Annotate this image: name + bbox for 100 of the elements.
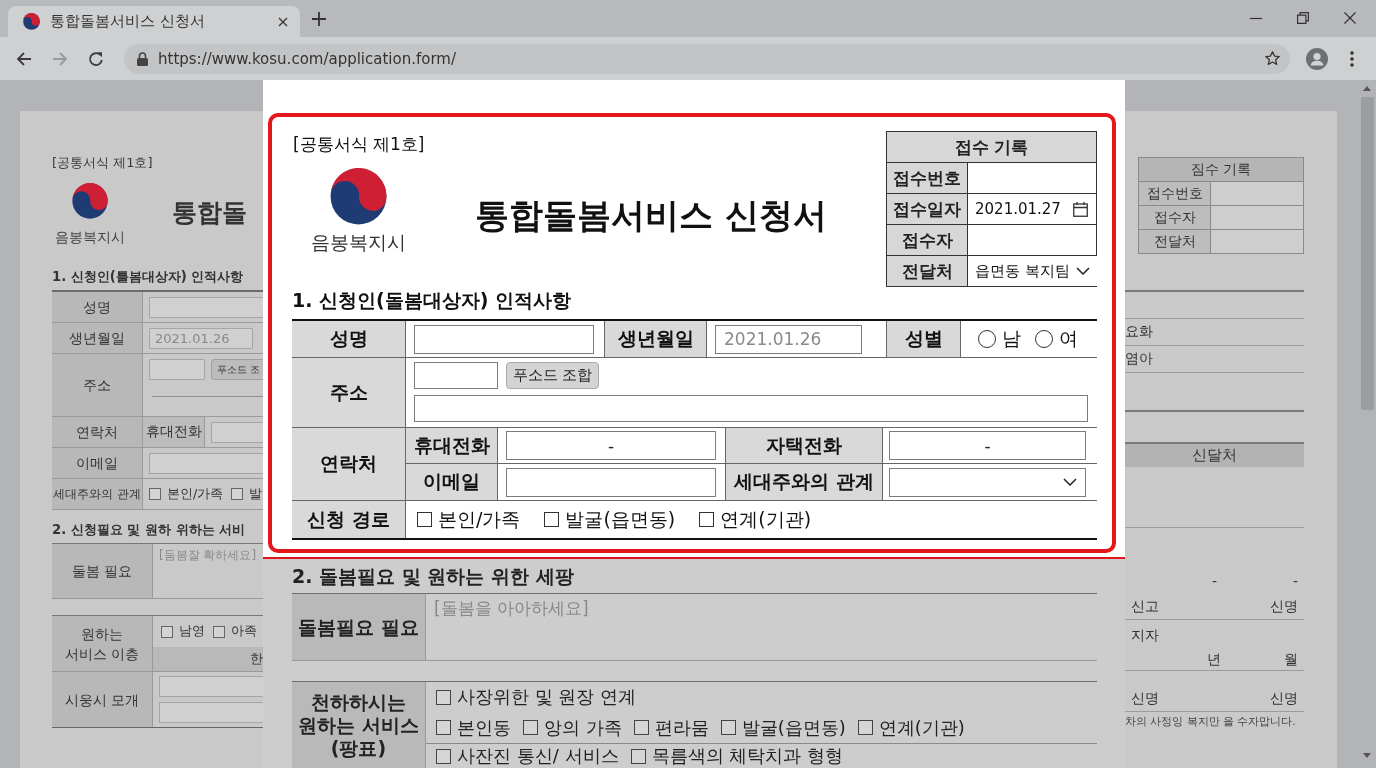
checkbox[interactable] [436, 748, 451, 764]
back-arrow-icon[interactable] [16, 50, 32, 67]
form-text: 지자 [1131, 627, 1159, 645]
radio-label: 남 [1002, 326, 1021, 351]
checkbox[interactable] [149, 488, 161, 500]
radio-label: 여 [1059, 326, 1078, 351]
input-field[interactable]: 2021.01.26 [715, 324, 862, 354]
reload-icon[interactable] [88, 50, 104, 67]
lock-icon [137, 51, 148, 66]
star-icon[interactable] [1264, 50, 1281, 67]
field-label: 이메일 [406, 464, 498, 500]
table-header: 접수 기록 [887, 132, 1096, 163]
form-text: - [1211, 573, 1217, 589]
organization-name: 음봉복지시 [55, 229, 125, 245]
section-title: 2. 신청필요 및 원하 위하는 서비 [52, 521, 246, 539]
emblem-logo [72, 183, 108, 219]
field-label: 원하는 서비스 이층 [52, 616, 153, 671]
field-label: 연락처 [52, 417, 143, 447]
checkbox[interactable] [231, 488, 244, 500]
input-field[interactable] [149, 296, 263, 318]
address-bar[interactable]: https://www.kosu.com/application.form/ [124, 43, 1290, 74]
form-number: [공통서식 제1호] [52, 155, 154, 171]
input-field[interactable] [211, 421, 263, 443]
input-field[interactable] [149, 452, 263, 474]
field-label: 연락처 [292, 428, 406, 500]
radio-button[interactable] [978, 330, 996, 348]
field-label: 성명 [52, 292, 143, 322]
note-text: 차의 사정잉 복지만 을 수자맙니다. [1125, 715, 1296, 729]
checkbox-label: 연계(기관) [720, 506, 812, 532]
profile-icon[interactable] [1306, 47, 1328, 70]
checkbox-label: 발굴(읍면동) [565, 506, 676, 532]
chevron-down-icon [1063, 478, 1077, 486]
checkbox[interactable] [436, 689, 451, 705]
field-label: 접수번호 [1139, 182, 1211, 205]
checkbox[interactable] [857, 720, 873, 735]
field-label: 세대주와의 관계 [52, 479, 143, 509]
checkbox[interactable] [213, 625, 225, 638]
checkbox[interactable] [544, 512, 560, 527]
input-field[interactable] [414, 395, 1088, 422]
text-area[interactable]: [돌봄을 아아하세요] [426, 593, 1097, 661]
text-area[interactable]: [둠봄잘 확하세요] [153, 543, 263, 599]
input-field[interactable] [159, 702, 263, 723]
postcode-button[interactable]: 푸소드 조 [211, 359, 263, 380]
input-field[interactable] [159, 676, 263, 697]
checkbox-label: 발 [249, 485, 263, 503]
input-field[interactable] [414, 362, 498, 389]
form-title: 통합돌봄서비스 신청서 [475, 193, 827, 237]
column-header: 한 [153, 647, 263, 671]
checkbox[interactable] [630, 748, 646, 764]
input-field[interactable]: 2021.01.26 [149, 327, 253, 349]
list-text: 염아 [1125, 350, 1153, 368]
checkbox-label: 사잔진 통신/ 서비스 [457, 744, 619, 768]
checkbox[interactable] [699, 512, 715, 527]
scroll-up-icon[interactable] [1363, 86, 1371, 91]
field-label: 주소 [292, 358, 406, 427]
input-field[interactable]: - [889, 431, 1086, 460]
scroll-down-icon[interactable] [1363, 753, 1371, 758]
close-icon[interactable] [278, 16, 288, 27]
field-label: 이메일 [52, 448, 143, 478]
form-number: [공통서식 제1호] [293, 133, 425, 155]
checkbox[interactable] [436, 720, 451, 735]
input-field[interactable] [149, 359, 205, 380]
checkbox-label: 본인/가족 [438, 506, 521, 532]
organization-name: 음봉복지시 [310, 231, 406, 253]
checkbox[interactable] [161, 625, 173, 638]
radio-button[interactable] [1035, 330, 1053, 348]
field-label: 천하하시는 원하는 서비스 (팡표) [292, 682, 426, 768]
field-label: 시웅시 모개 [52, 672, 153, 727]
checkbox-label: 사장위한 및 원장 연계 [457, 685, 637, 709]
close-icon[interactable] [1344, 12, 1356, 24]
restore-icon[interactable] [1297, 12, 1309, 24]
field-label: 성명 [292, 321, 406, 357]
kebab-menu-icon[interactable] [1350, 50, 1354, 67]
checkbox[interactable] [633, 720, 649, 735]
table-header: 짐수 기록 [1139, 158, 1303, 182]
field-label: 접수자 [1139, 206, 1211, 229]
form-text: 신명 [1131, 690, 1159, 708]
calendar-icon [1073, 201, 1088, 217]
postcode-button[interactable]: 푸소드 조합 [506, 362, 599, 389]
checkbox-label: 남영 [179, 623, 205, 640]
field-label: 신청 경로 [292, 501, 406, 538]
checkbox[interactable] [417, 512, 432, 527]
checkbox[interactable] [720, 720, 736, 735]
plus-icon[interactable] [312, 12, 326, 26]
field-label: 성별 [886, 321, 961, 357]
section-title: 1. 신청인(틀봄대상자) 인적사항 [52, 268, 244, 286]
input-field[interactable] [152, 394, 263, 397]
checkbox[interactable] [523, 720, 538, 735]
input-field[interactable] [414, 324, 594, 354]
checkbox-label: 목름색의 체탁치과 형형 [651, 744, 843, 768]
checkbox-label: 앙의 가족 [544, 715, 622, 740]
input-field[interactable] [506, 467, 716, 497]
checkbox-label: 연계(기관) [878, 715, 965, 740]
dropdown[interactable] [889, 467, 1086, 497]
form-text: 년 [1207, 651, 1222, 669]
input-field[interactable]: - [506, 431, 716, 460]
chevron-down-icon [1075, 267, 1090, 275]
field-label: 휴대전화 [143, 417, 205, 447]
field-label: 생년월일 [52, 323, 143, 353]
browser-tab[interactable]: 통합돌봄서비스 신청서 [8, 6, 300, 37]
